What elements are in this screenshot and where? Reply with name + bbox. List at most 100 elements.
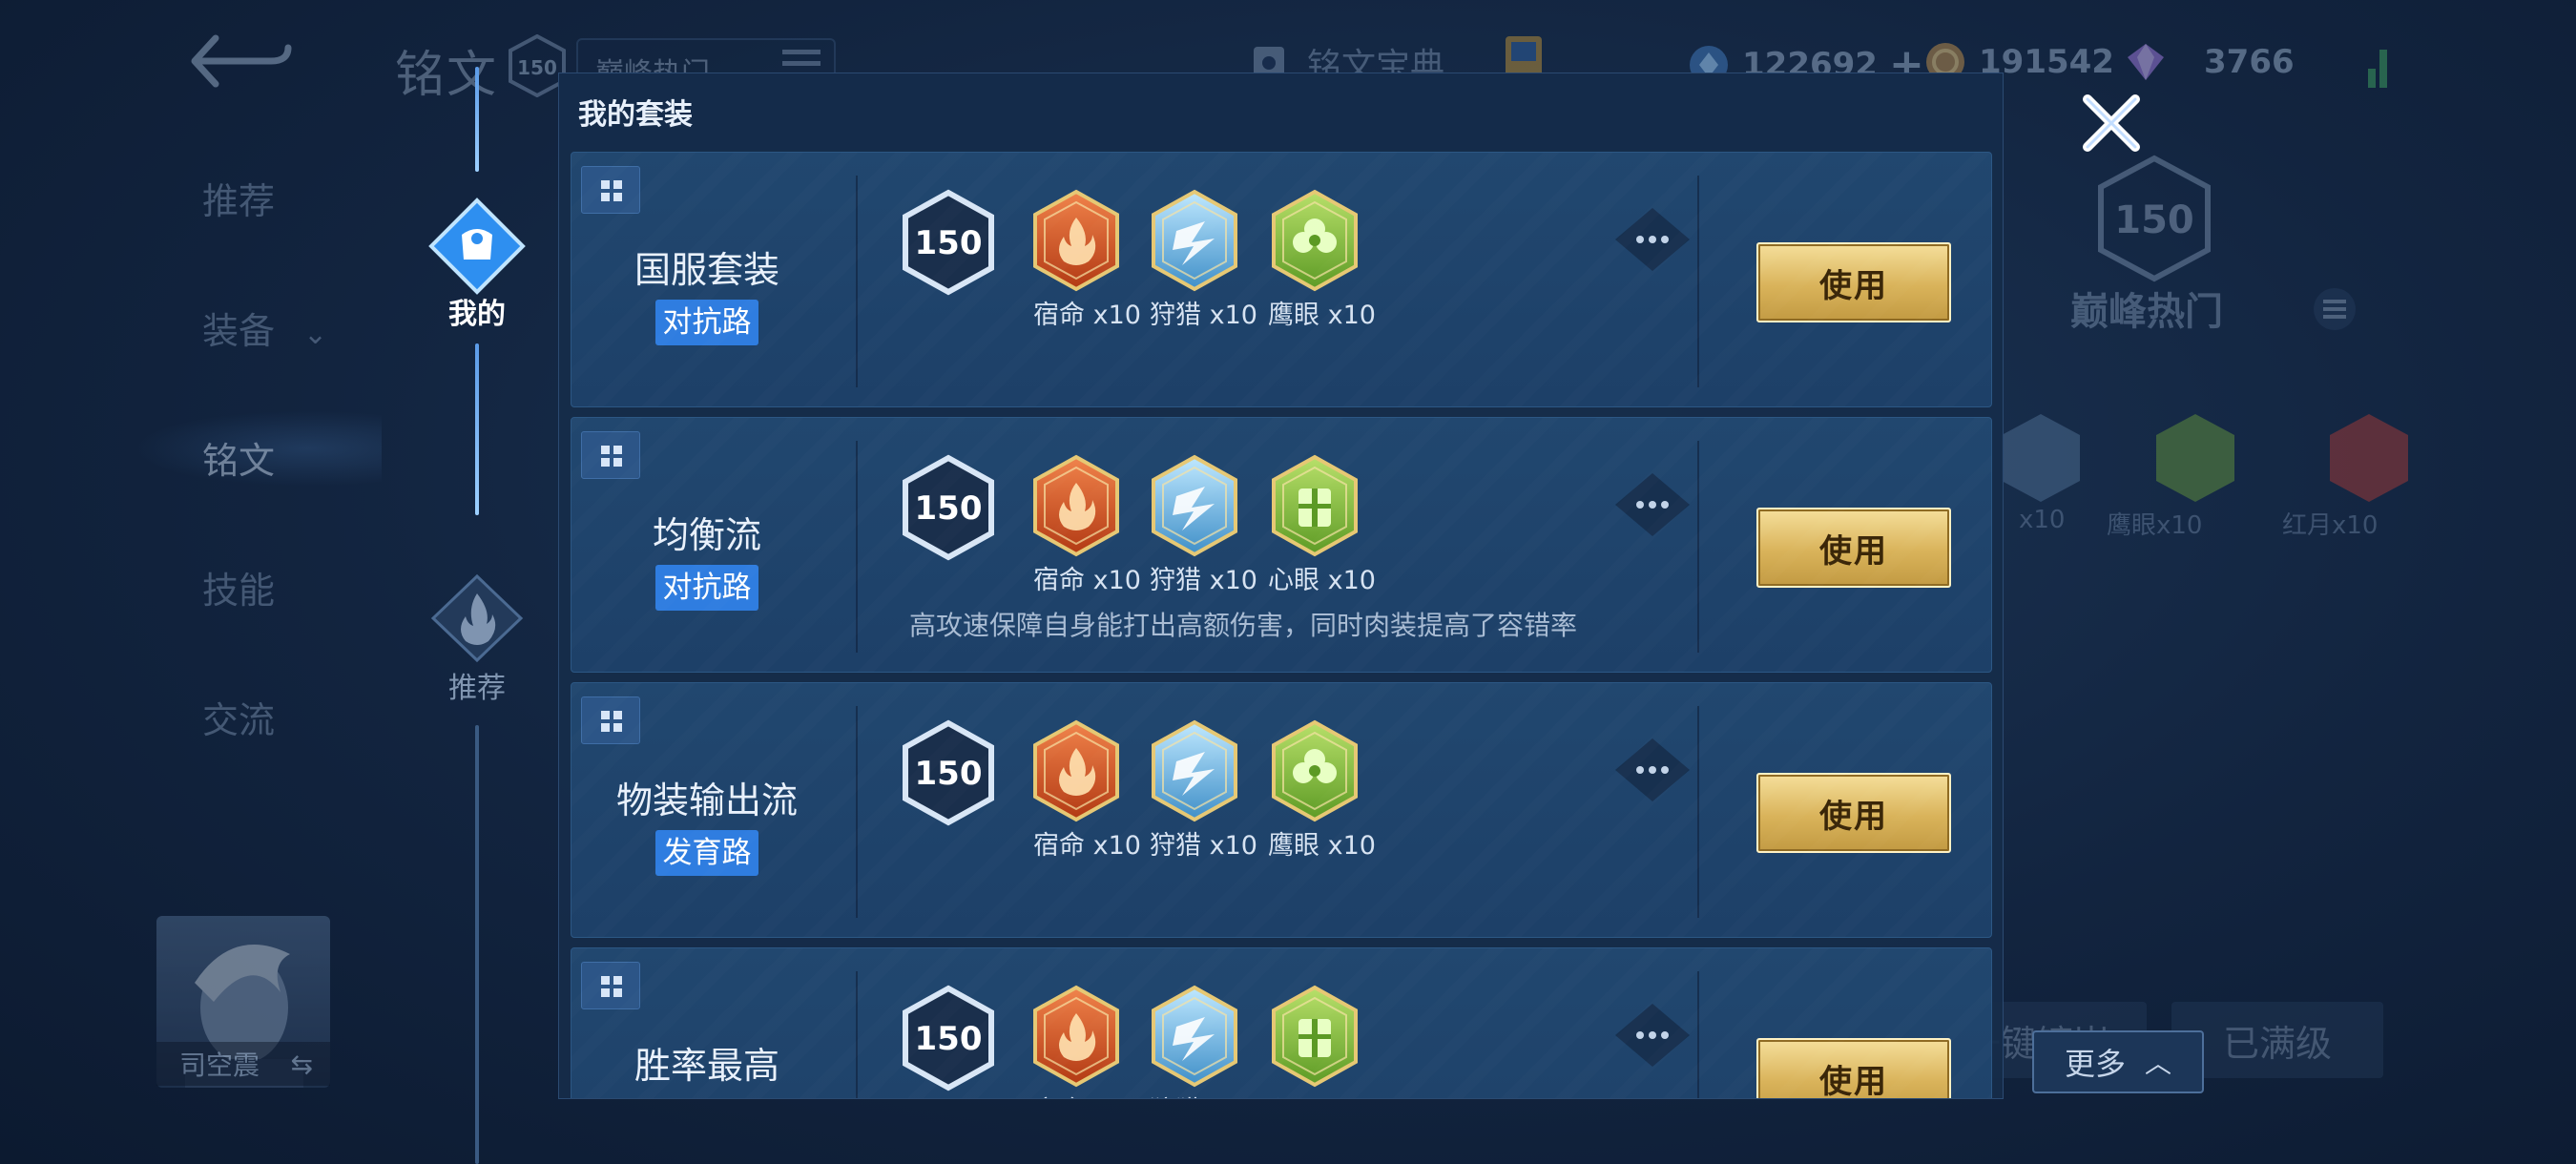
rune-label: 心眼 x10 xyxy=(1268,1090,1376,1098)
recommend-tab[interactable]: 推荐 xyxy=(420,664,534,706)
gem-icon xyxy=(2128,44,2164,80)
grid-icon[interactable] xyxy=(581,431,640,479)
grid-icon[interactable] xyxy=(581,696,640,744)
hero-name-bar[interactable]: 司空震 ⇆ xyxy=(156,1042,330,1086)
use-set-button[interactable]: 使用 xyxy=(1756,773,1951,853)
lightning-rune-icon[interactable] xyxy=(1150,719,1239,822)
swap-icon[interactable]: ⇆ xyxy=(291,1049,313,1080)
svg-text:150: 150 xyxy=(2114,198,2194,242)
grid-icon[interactable] xyxy=(581,166,640,214)
rune-count: x10 xyxy=(1210,1096,1257,1098)
tier-rail: 我的 推荐 xyxy=(420,67,534,1164)
preset-title: 巅峰热门 xyxy=(2070,290,2223,334)
fire-rune-icon[interactable] xyxy=(1031,719,1121,822)
recommend-tab-icon[interactable] xyxy=(429,572,525,664)
close-icon[interactable] xyxy=(2080,92,2143,155)
rune-label: 红月x10 xyxy=(2282,511,2379,540)
rune-name: 宿命 xyxy=(1033,1096,1085,1098)
my-sets-modal: 我的套装 国服套装 对抗路 150 宿命 x10 狩猎 x10 鹰眼 x10 使用 均衡流 对抗… xyxy=(558,73,2004,1099)
rune-name: 宿命 xyxy=(1033,831,1085,861)
grid-icon[interactable] xyxy=(581,962,640,1009)
nav-item-runes[interactable]: 铭文 xyxy=(202,431,275,484)
rune-count: x10 xyxy=(1092,831,1141,861)
more-options-icon[interactable] xyxy=(1611,735,1693,805)
lane-tag: 发育路 xyxy=(655,830,758,876)
moon-rune-icon xyxy=(2330,414,2408,502)
nav-item-community[interactable]: 交流 xyxy=(202,691,275,743)
divider xyxy=(1697,706,1699,918)
rune-count: x10 xyxy=(1209,831,1257,861)
rune-name: 狩猎 xyxy=(1150,1096,1201,1098)
rune-name: 心眼 xyxy=(1268,566,1319,595)
divider xyxy=(856,176,858,387)
rune-name: 狩猎 xyxy=(1150,831,1201,861)
rune-name: 狩猎 xyxy=(1150,566,1201,595)
set-name: 均衡流 xyxy=(652,514,761,556)
set-name: 胜率最高 xyxy=(634,1045,779,1087)
lightning-rune-icon[interactable] xyxy=(1150,189,1239,292)
chevron-down-icon: ⌄ xyxy=(303,318,328,351)
svg-text:150: 150 xyxy=(915,224,983,262)
divider xyxy=(1697,176,1699,387)
rune-label: 宿命 x10 xyxy=(1033,824,1141,862)
nav-item-skills[interactable]: 技能 xyxy=(202,561,275,613)
nav-item-recommend[interactable]: 推荐 xyxy=(202,172,275,224)
set-card[interactable]: 物装输出流发育路 150 宿命 x10 狩猎 x10 鹰眼 x10 使用 xyxy=(571,682,1992,938)
chevron-up-icon: ︿ xyxy=(2145,1048,2172,1079)
lightning-rune-icon[interactable] xyxy=(1150,985,1239,1088)
use-set-button[interactable]: 使用 xyxy=(1756,508,1951,588)
rune-label: 狩猎 x10 xyxy=(1150,1090,1257,1098)
clover-rune-icon xyxy=(2156,414,2234,502)
currency-value: 3766 xyxy=(2204,43,2295,81)
rune-count: x10 xyxy=(1092,566,1141,595)
rune-label: 狩猎 x10 xyxy=(1150,294,1257,331)
rune-name: 心眼 xyxy=(1268,1096,1319,1098)
rune-name: 狩猎 xyxy=(1150,301,1201,330)
menu-icon[interactable] xyxy=(2313,286,2357,332)
modal-title: 我的套装 xyxy=(559,73,2003,150)
fire-rune-icon[interactable] xyxy=(1031,454,1121,557)
set-name: 国服套装 xyxy=(634,249,779,291)
gate-rune-icon[interactable] xyxy=(1270,454,1360,557)
fire-rune-icon[interactable] xyxy=(1031,985,1121,1088)
rune-label: 狩猎 x10 xyxy=(1150,559,1257,596)
divider xyxy=(1697,971,1699,1098)
back-arrow-icon[interactable] xyxy=(187,31,296,92)
more-options-icon[interactable] xyxy=(1611,469,1693,540)
rune-count: x10 xyxy=(1327,566,1376,595)
set-name: 物装输出流 xyxy=(615,779,798,821)
rune-label: 心眼 x10 xyxy=(1268,559,1376,596)
rail-line xyxy=(475,725,479,1164)
my-sets-tab[interactable]: 我的 xyxy=(420,290,534,332)
level-hex-icon: 150 xyxy=(903,189,994,296)
rail-line xyxy=(475,67,479,172)
nav-item-equipment[interactable]: 装备 ⌄ xyxy=(202,301,327,354)
level-hex-icon: 150 xyxy=(903,985,994,1091)
divider xyxy=(1697,441,1699,653)
currency-gem: 3766 xyxy=(2124,40,2295,84)
svg-text:150: 150 xyxy=(915,755,983,793)
svg-text:150: 150 xyxy=(915,1020,983,1058)
use-set-button[interactable]: 使用 xyxy=(1756,1038,1951,1098)
nav-item-label: 装备 xyxy=(202,310,276,352)
rune-label: 宿命 x10 xyxy=(1033,559,1141,596)
gate-rune-icon[interactable] xyxy=(1270,985,1360,1088)
use-set-button[interactable]: 使用 xyxy=(1756,242,1951,322)
my-sets-tab-icon[interactable] xyxy=(427,197,527,296)
clover-rune-icon[interactable] xyxy=(1270,719,1360,822)
svg-text:150: 150 xyxy=(915,489,983,528)
lightning-rune-icon[interactable] xyxy=(1150,454,1239,557)
more-button[interactable]: 更多 ︿ xyxy=(2032,1030,2204,1093)
rune-label: 鹰眼 x10 xyxy=(1268,824,1376,862)
more-options-icon[interactable] xyxy=(1611,204,1693,275)
rune-count: x10 xyxy=(1093,1096,1141,1098)
set-card[interactable]: 胜率最高150宿命 x10狩猎 x10心眼 x10使用 xyxy=(571,947,1992,1098)
rune-count: x10 xyxy=(1209,301,1257,330)
rune-count: x10 xyxy=(1328,1096,1376,1098)
set-card[interactable]: 国服套装 对抗路 150 宿命 x10 狩猎 x10 鹰眼 x10 使用 xyxy=(571,152,1992,407)
clover-rune-icon[interactable] xyxy=(1270,189,1360,292)
rail-line xyxy=(475,343,479,515)
more-options-icon[interactable] xyxy=(1611,1000,1693,1070)
set-card[interactable]: 均衡流 对抗路 150 宿命 x10 狩猎 x10 心眼 x10 高攻速保障自身能打出高额伤… xyxy=(571,417,1992,673)
fire-rune-icon[interactable] xyxy=(1031,189,1121,292)
